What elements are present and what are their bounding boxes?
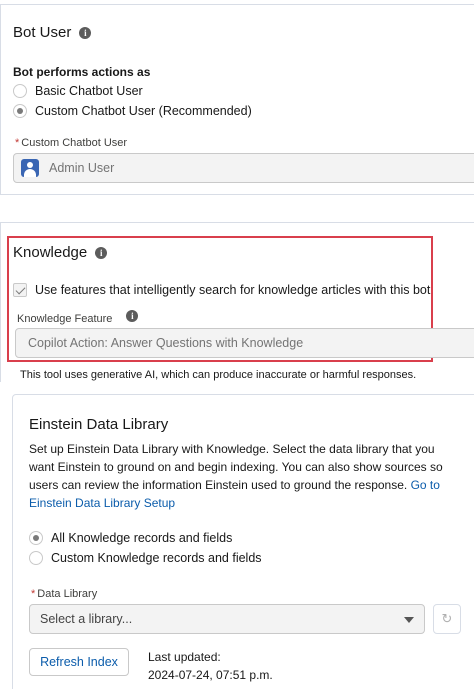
radio-button-selected[interactable] xyxy=(13,104,27,118)
generative-ai-disclaimer: This tool uses generative AI, which can … xyxy=(20,369,417,381)
knowledge-checkbox-label: Use features that intelligently search f… xyxy=(35,283,431,297)
knowledge-feature-field[interactable]: Copilot Action: Answer Questions with Kn… xyxy=(15,328,474,358)
bot-actions-label: Bot performs actions as xyxy=(13,65,151,79)
radio-label: Custom Chatbot User (Recommended) xyxy=(35,104,252,118)
top-divider xyxy=(0,4,474,5)
last-updated-label: Last updated: xyxy=(148,650,221,664)
custom-user-value: Admin User xyxy=(49,161,115,175)
einstein-data-library-title: Einstein Data Library xyxy=(29,416,169,433)
custom-chatbot-user-field[interactable]: Admin User xyxy=(13,153,474,183)
data-library-placeholder: Select a library... xyxy=(40,612,133,626)
radio-all-knowledge-records[interactable]: All Knowledge records and fields xyxy=(29,531,232,545)
knowledge-checkbox[interactable] xyxy=(13,283,27,297)
radio-custom-knowledge-records[interactable]: Custom Knowledge records and fields xyxy=(29,551,262,565)
radio-button-selected[interactable] xyxy=(29,531,43,545)
knowledge-feature-value: Copilot Action: Answer Questions with Kn… xyxy=(28,336,304,350)
knowledge-panel-border xyxy=(0,222,1,382)
custom-chatbot-user-label: * Custom Chatbot User xyxy=(15,137,127,149)
refresh-index-button[interactable]: Refresh Index xyxy=(29,648,129,676)
refresh-library-button[interactable]: ↻ xyxy=(433,604,461,634)
radio-custom-chatbot-user[interactable]: Custom Chatbot User (Recommended) xyxy=(13,104,252,118)
data-library-select[interactable]: Select a library... xyxy=(29,604,425,634)
bot-user-panel-border xyxy=(0,4,1,194)
radio-basic-chatbot-user[interactable]: Basic Chatbot User xyxy=(13,84,143,98)
knowledge-feature-label: Knowledge Feature xyxy=(17,313,113,325)
bot-settings-page: Bot User i Bot performs actions as Basic… xyxy=(0,0,474,689)
radio-label: Basic Chatbot User xyxy=(35,84,143,98)
custom-user-label-text: Custom Chatbot User xyxy=(21,137,128,149)
radio-label: All Knowledge records and fields xyxy=(51,531,233,545)
required-mark: * xyxy=(15,137,20,149)
section-divider-1 xyxy=(0,194,474,195)
radio-button[interactable] xyxy=(13,84,27,98)
refresh-icon: ↻ xyxy=(441,611,453,626)
info-icon[interactable]: i xyxy=(95,246,108,259)
data-library-label-text: Data Library xyxy=(37,588,98,600)
last-updated-value: 2024-07-24, 07:51 p.m. xyxy=(148,668,273,682)
user-avatar-icon xyxy=(21,159,39,177)
bot-user-title: Bot User xyxy=(13,24,72,41)
knowledge-heading: Knowledge i xyxy=(13,244,108,261)
required-mark: * xyxy=(31,588,36,600)
knowledge-feature-checkbox-row[interactable]: Use features that intelligently search f… xyxy=(13,283,430,297)
einstein-data-library-description: Set up Einstein Data Library with Knowle… xyxy=(29,440,461,512)
info-icon[interactable]: i xyxy=(79,26,92,39)
radio-label: Custom Knowledge records and fields xyxy=(51,551,262,565)
description-text: Set up Einstein Data Library with Knowle… xyxy=(29,442,443,492)
chevron-down-icon xyxy=(404,617,414,623)
info-icon[interactable]: i xyxy=(126,310,139,322)
section-divider-2 xyxy=(0,222,474,223)
bot-user-heading: Bot User i xyxy=(13,24,92,41)
knowledge-feature-label-row: Knowledge Feature i xyxy=(17,310,139,325)
knowledge-title: Knowledge xyxy=(13,244,88,261)
radio-button[interactable] xyxy=(29,551,43,565)
data-library-label: * Data Library xyxy=(31,588,97,600)
